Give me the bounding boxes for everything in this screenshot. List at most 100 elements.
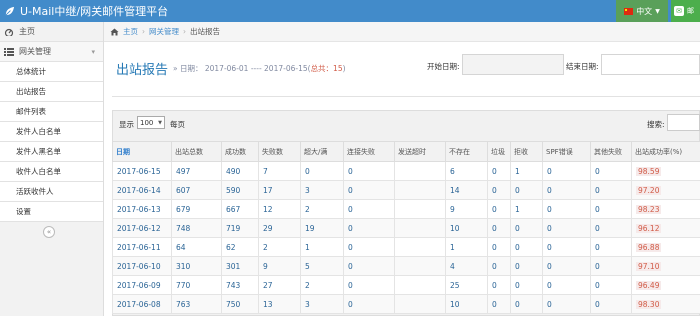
dashboard-icon — [4, 28, 14, 36]
search-input[interactable] — [667, 114, 700, 131]
success-rate-cell: 96.49 — [631, 275, 700, 295]
table-row: 2017-06-10 310 301 9 5 0 4 0 0 0 0 97.10 — [112, 256, 700, 276]
column-header[interactable]: 连接失败 — [343, 141, 395, 162]
page-size-select[interactable]: 100 ▼ — [137, 116, 165, 129]
date-cell: 2017-06-15 — [112, 161, 172, 181]
table-cell: 5 — [300, 256, 344, 276]
table-cell: 0 — [590, 275, 632, 295]
sidebar-item-outbound-report[interactable]: 出站报告 — [0, 82, 103, 102]
table-cell: 2 — [300, 199, 344, 219]
column-header[interactable]: 失败数 — [258, 141, 301, 162]
table-cell: 0 — [590, 199, 632, 219]
sidebar-collapse-button[interactable]: « — [43, 226, 55, 238]
table-row: 2017-06-09 770 743 27 2 0 25 0 0 0 0 96.49 — [112, 275, 700, 295]
date-cell: 2017-06-08 — [112, 294, 172, 314]
success-rate-value: 97.20 — [636, 185, 662, 195]
table-cell: 497 — [171, 161, 222, 181]
column-header[interactable]: 超大/满 — [300, 141, 344, 162]
table-cell: 62 — [221, 237, 259, 257]
column-header[interactable]: 出站总数 — [171, 141, 222, 162]
table-cell: 0 — [542, 199, 591, 219]
start-date-input[interactable] — [462, 54, 564, 75]
table-cell: 667 — [221, 199, 259, 219]
brand[interactable]: U-Mail中继/网关邮件管理平台 — [4, 3, 168, 19]
column-header[interactable]: 拒收 — [510, 141, 543, 162]
table-cell — [394, 180, 446, 200]
list-icon — [4, 47, 14, 56]
table-cell: 25 — [445, 275, 488, 295]
table-cell: 0 — [542, 218, 591, 238]
page-title: 出站报告 — [116, 63, 169, 78]
table-cell: 0 — [487, 218, 511, 238]
breadcrumb-home[interactable]: 主页 — [123, 26, 138, 37]
table-cell: 0 — [510, 294, 543, 314]
sidebar-group-label: 网关管理 — [19, 47, 51, 56]
table-cell: 10 — [445, 294, 488, 314]
success-rate-value: 96.49 — [636, 280, 662, 290]
date-cell: 2017-06-13 — [112, 199, 172, 219]
success-rate-cell: 97.20 — [631, 180, 700, 200]
user-menu[interactable]: ✉ 邮 — [671, 0, 700, 22]
table-cell: 0 — [510, 218, 543, 238]
column-header[interactable]: 其他失败 — [590, 141, 632, 162]
caret-down-icon: ▼ — [158, 119, 162, 126]
sidebar-item-recipient-whitelist[interactable]: 收件人白名单 — [0, 162, 103, 182]
column-header[interactable]: SPF错误 — [542, 141, 591, 162]
column-header[interactable]: 日期 — [112, 141, 172, 162]
table-cell: 0 — [542, 275, 591, 295]
sidebar-group-gateway[interactable]: 网关管理 ▾ — [0, 42, 103, 62]
language-switcher[interactable]: 中文 ▼ — [616, 0, 668, 22]
breadcrumb-current: 出站报告 — [190, 27, 220, 36]
sidebar-item-mail-list[interactable]: 邮件列表 — [0, 102, 103, 122]
page-size-value: 100 — [140, 118, 154, 127]
success-rate-value: 98.23 — [636, 204, 662, 214]
table-cell: 0 — [542, 237, 591, 257]
sidebar-item-home[interactable]: 主页 — [0, 22, 103, 42]
end-date-input[interactable] — [601, 54, 700, 75]
table-cell: 1 — [300, 237, 344, 257]
table-cell: 0 — [590, 256, 632, 276]
table-cell: 0 — [542, 180, 591, 200]
breadcrumb-gateway[interactable]: 网关管理 — [149, 26, 179, 37]
table-cell: 9 — [445, 199, 488, 219]
table-row: 2017-06-13 679 667 12 2 0 9 0 1 0 0 98.23 — [112, 199, 700, 219]
table-cell: 0 — [487, 180, 511, 200]
sidebar-item-label: 出站报告 — [16, 87, 46, 96]
table-cell: 0 — [510, 256, 543, 276]
search-label: 搜索: — [647, 120, 665, 129]
table-cell: 0 — [590, 218, 632, 238]
table-cell: 719 — [221, 218, 259, 238]
table-cell — [394, 275, 446, 295]
table-cell: 64 — [171, 237, 222, 257]
table-row: 2017-06-11 64 62 2 1 0 1 0 0 0 0 96.88 — [112, 237, 700, 257]
column-header[interactable]: 成功数 — [221, 141, 259, 162]
table-cell: 0 — [343, 256, 395, 276]
sidebar-item-overall-stats[interactable]: 总体统计 — [0, 62, 103, 82]
total-count: 总共：15 — [310, 64, 343, 73]
date-cell: 2017-06-14 — [112, 180, 172, 200]
rows-per-page-label: 每页 — [170, 120, 185, 129]
table-cell: 0 — [590, 161, 632, 181]
column-header[interactable]: 发送超时 — [394, 141, 446, 162]
user-label: 邮 — [687, 7, 694, 15]
column-header[interactable]: 不存在 — [445, 141, 488, 162]
column-header[interactable]: 垃圾 — [487, 141, 511, 162]
end-date-label: 结束日期: — [566, 62, 599, 71]
leaf-icon — [5, 6, 15, 15]
sidebar-item-label: 总体统计 — [16, 67, 46, 76]
table-cell: 17 — [258, 180, 301, 200]
table-cell: 301 — [221, 256, 259, 276]
success-rate-cell: 98.23 — [631, 199, 700, 219]
sidebar-item-sender-whitelist[interactable]: 发件人白名单 — [0, 122, 103, 142]
table-cell: 0 — [590, 237, 632, 257]
breadcrumb: 主页 › 网关管理 › 出站报告 — [104, 22, 700, 42]
column-header[interactable]: 出站成功率(%) — [631, 141, 700, 162]
table-cell: 3 — [300, 294, 344, 314]
sidebar-item-settings[interactable]: 设置 — [0, 202, 103, 222]
sidebar-item-sender-blacklist[interactable]: 发件人黑名单 — [0, 142, 103, 162]
sidebar-item-active-recipients[interactable]: 活跃收件人 — [0, 182, 103, 202]
sidebar-item-label: 邮件列表 — [16, 107, 46, 116]
table-cell: 0 — [343, 275, 395, 295]
sidebar-item-label: 收件人白名单 — [16, 167, 61, 176]
user-avatar-icon: ✉ — [674, 6, 684, 16]
